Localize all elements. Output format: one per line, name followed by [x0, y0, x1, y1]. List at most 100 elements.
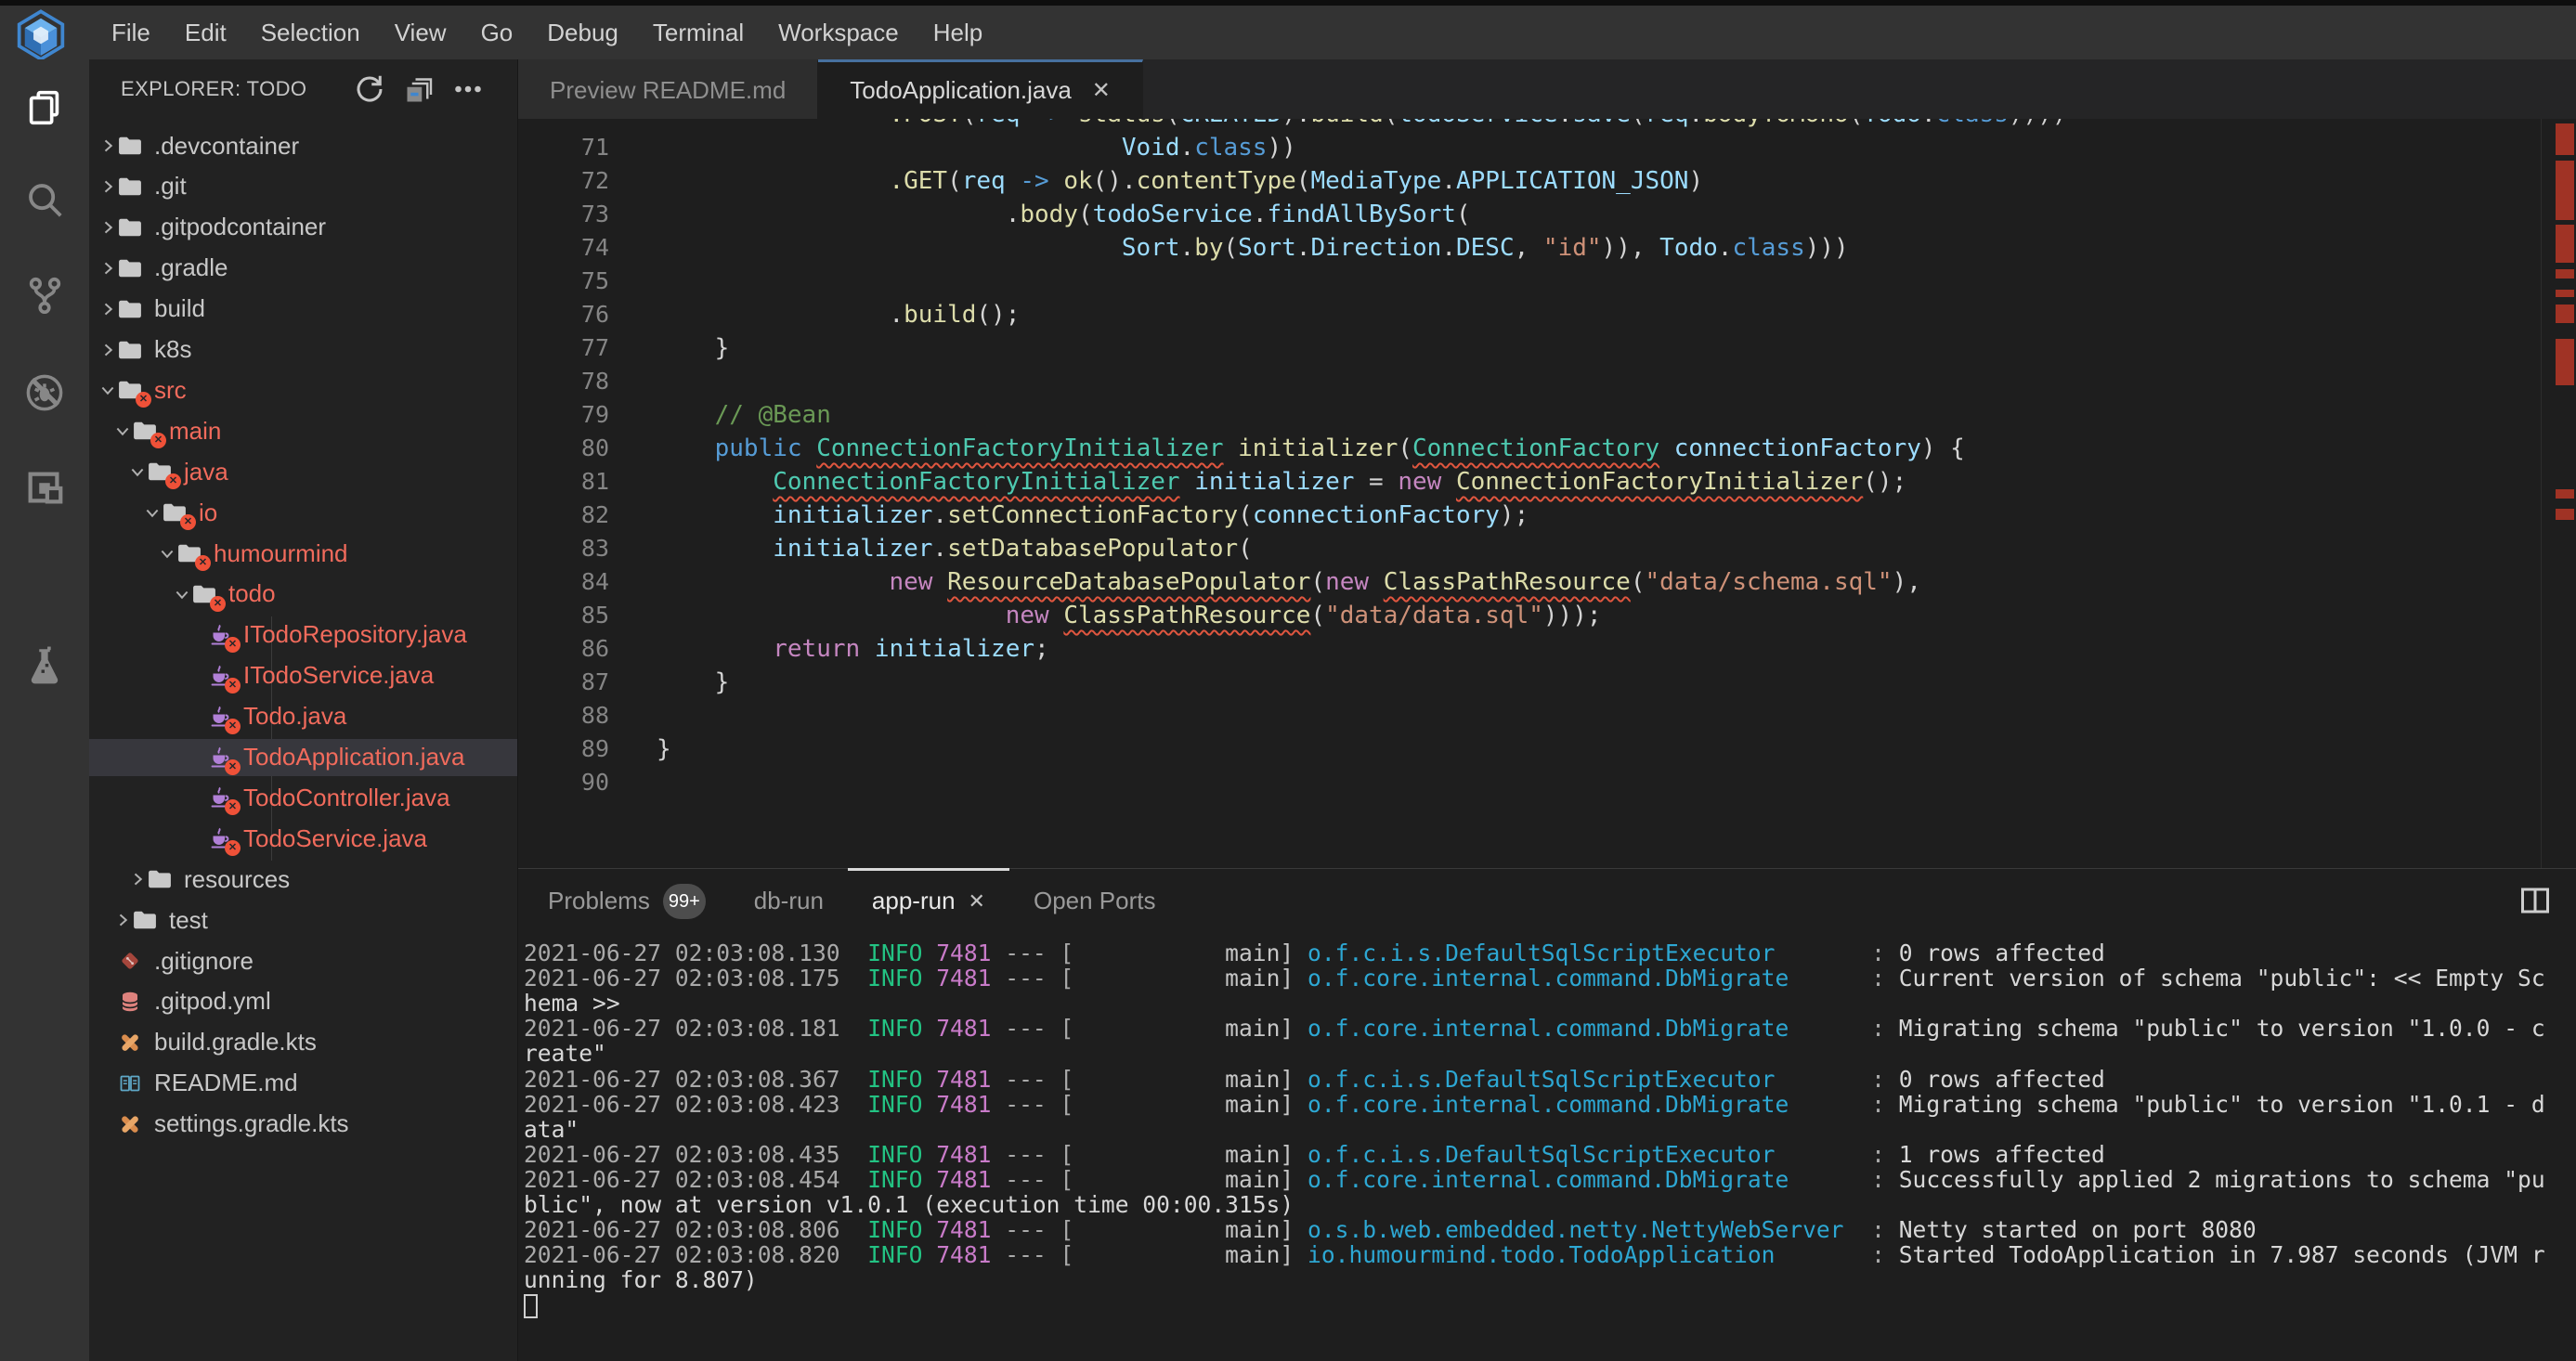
panel-tab-app-run[interactable]: app-run✕ — [848, 868, 1009, 931]
activity-search-icon[interactable] — [23, 178, 66, 221]
line-number[interactable]: 83 — [518, 532, 609, 565]
line-number[interactable]: 72 — [518, 164, 609, 198]
tree-item-src[interactable]: ✕src — [89, 371, 517, 408]
tree-item-k8s[interactable]: k8s — [89, 331, 517, 369]
line-number[interactable]: 82 — [518, 499, 609, 532]
line-number[interactable]: 84 — [518, 565, 609, 599]
line-number[interactable]: 73 — [518, 198, 609, 231]
terminal-output[interactable]: 2021-06-27 02:03:08.130 INFO 7481 --- [ … — [524, 934, 2576, 1361]
line-number[interactable]: 77 — [518, 331, 609, 365]
line-number[interactable]: 87 — [518, 666, 609, 699]
line-number[interactable]: 81 — [518, 465, 609, 499]
code-line-79[interactable]: // @Bean — [657, 398, 831, 432]
tree-item-build-gradle-kts[interactable]: build.gradle.kts — [89, 1024, 517, 1061]
menu-terminal[interactable]: Terminal — [653, 19, 744, 47]
panel-tab-problems[interactable]: Problems99+ — [524, 868, 730, 931]
chevron-collapsed-icon[interactable] — [98, 258, 118, 279]
tree-item-itodoservice-java[interactable]: ✕ITodoService.java — [89, 657, 517, 694]
menu-file[interactable]: File — [111, 19, 150, 47]
menu-go[interactable]: Go — [481, 19, 514, 47]
activity-debug-disabled-icon[interactable] — [23, 371, 66, 414]
refresh-icon[interactable] — [353, 72, 386, 106]
menu-edit[interactable]: Edit — [185, 19, 227, 47]
tree-item-itodorepository-java[interactable]: ✕ITodoRepository.java — [89, 616, 517, 654]
tree-item-settings-gradle-kts[interactable]: settings.gradle.kts — [89, 1106, 517, 1143]
tree-item-todo-java[interactable]: ✕Todo.java — [89, 698, 517, 735]
menu-debug[interactable]: Debug — [547, 19, 618, 47]
code-line-77[interactable]: } — [657, 331, 729, 365]
line-number[interactable]: 85 — [518, 599, 609, 632]
tree-item-resources[interactable]: resources — [89, 861, 517, 898]
code-line-81[interactable]: ConnectionFactoryInitializer initializer… — [657, 465, 1906, 499]
tree-item-todoapplication-java[interactable]: ✕TodoApplication.java — [89, 739, 517, 776]
app-logo-icon[interactable] — [15, 9, 67, 58]
code-line-70[interactable]: .POST(req -> status(CREATED).build(todoS… — [657, 119, 2067, 131]
panel-tab-db-run[interactable]: db-run — [730, 868, 848, 931]
activity-plugins-icon[interactable] — [23, 467, 66, 510]
code-line-82[interactable]: initializer.setConnectionFactory(connect… — [657, 499, 1529, 532]
tree-item-java[interactable]: ✕java — [89, 453, 517, 490]
more-actions-icon[interactable] — [451, 72, 485, 106]
activity-source-control-icon[interactable] — [23, 274, 66, 317]
chevron-expanded-icon[interactable] — [98, 380, 118, 400]
activity-files-icon[interactable] — [23, 86, 66, 129]
line-number[interactable]: 75 — [518, 265, 609, 298]
code-line-86[interactable]: return initializer; — [657, 632, 1049, 666]
chevron-expanded-icon[interactable] — [157, 543, 177, 564]
panel-tab-open-ports[interactable]: Open Ports — [1009, 868, 1180, 931]
code-editor[interactable]: 7172737475767778798081828384858687888990… — [518, 119, 2576, 868]
close-tab-icon[interactable]: ✕ — [1092, 77, 1111, 104]
split-terminal-icon[interactable] — [2518, 884, 2552, 915]
close-panel-tab-icon[interactable]: ✕ — [969, 889, 985, 914]
code-line-83[interactable]: initializer.setDatabasePopulator( — [657, 532, 1253, 565]
tree-item--gitignore[interactable]: .gitignore — [89, 942, 517, 979]
line-number[interactable]: 71 — [518, 131, 609, 164]
code-line-80[interactable]: public ConnectionFactoryInitializer init… — [657, 432, 1965, 465]
code-line-87[interactable]: } — [657, 666, 729, 699]
code-line-85[interactable]: new ClassPathResource("data/data.sql")))… — [657, 599, 1602, 632]
chevron-collapsed-icon[interactable] — [98, 340, 118, 360]
tree-item-readme-md[interactable]: README.md — [89, 1065, 517, 1102]
chevron-expanded-icon[interactable] — [112, 421, 133, 441]
code-line-73[interactable]: .body(todoService.findAllBySort( — [657, 198, 1471, 231]
menu-view[interactable]: View — [395, 19, 447, 47]
chevron-collapsed-icon[interactable] — [127, 869, 148, 889]
tree-item-test[interactable]: test — [89, 901, 517, 939]
code-line-89[interactable]: } — [657, 732, 671, 766]
line-number[interactable]: 86 — [518, 632, 609, 666]
line-number[interactable]: 90 — [518, 766, 609, 799]
tree-item--gitpodcontainer[interactable]: .gitpodcontainer — [89, 209, 517, 246]
code-line-76[interactable]: .build(); — [657, 298, 1020, 331]
tree-item-io[interactable]: ✕io — [89, 494, 517, 531]
code-line-71[interactable]: Void.class)) — [657, 131, 1296, 164]
line-number[interactable]: 78 — [518, 365, 609, 398]
menu-selection[interactable]: Selection — [261, 19, 360, 47]
line-number[interactable]: 88 — [518, 699, 609, 732]
tree-item-humourmind[interactable]: ✕humourmind — [89, 535, 517, 572]
editor-tab-preview-readme-md[interactable]: Preview README.md — [518, 59, 818, 119]
tree-item--gradle[interactable]: .gradle — [89, 250, 517, 287]
chevron-collapsed-icon[interactable] — [98, 136, 118, 156]
tree-item-todocontroller-java[interactable]: ✕TodoController.java — [89, 779, 517, 816]
chevron-collapsed-icon[interactable] — [98, 176, 118, 197]
chevron-expanded-icon[interactable] — [127, 461, 148, 482]
code-line-84[interactable]: new ResourceDatabasePopulator(new ClassP… — [657, 565, 1921, 599]
code-line-74[interactable]: Sort.by(Sort.Direction.DESC, "id")), Tod… — [657, 231, 1849, 265]
chevron-collapsed-icon[interactable] — [98, 217, 118, 238]
tree-item-todoservice-java[interactable]: ✕TodoService.java — [89, 820, 517, 857]
chevron-expanded-icon[interactable] — [172, 584, 192, 604]
tree-item-todo[interactable]: ✕todo — [89, 576, 517, 613]
menu-help[interactable]: Help — [933, 19, 982, 47]
line-number[interactable]: 89 — [518, 732, 609, 766]
activity-test-flask-icon[interactable] — [23, 645, 66, 688]
chevron-collapsed-icon[interactable] — [112, 910, 133, 930]
tree-item-build[interactable]: build — [89, 291, 517, 328]
code-line-72[interactable]: .GET(req -> ok().contentType(MediaType.A… — [657, 164, 1703, 198]
tree-item--gitpod-yml[interactable]: .gitpod.yml — [89, 983, 517, 1020]
tree-item--devcontainer[interactable]: .devcontainer — [89, 127, 517, 164]
line-number[interactable]: 79 — [518, 398, 609, 432]
line-number[interactable]: 74 — [518, 231, 609, 265]
chevron-expanded-icon[interactable] — [142, 502, 163, 523]
editor-tab-todoapplication-java[interactable]: TodoApplication.java✕ — [818, 59, 1143, 119]
tree-item--git[interactable]: .git — [89, 168, 517, 205]
